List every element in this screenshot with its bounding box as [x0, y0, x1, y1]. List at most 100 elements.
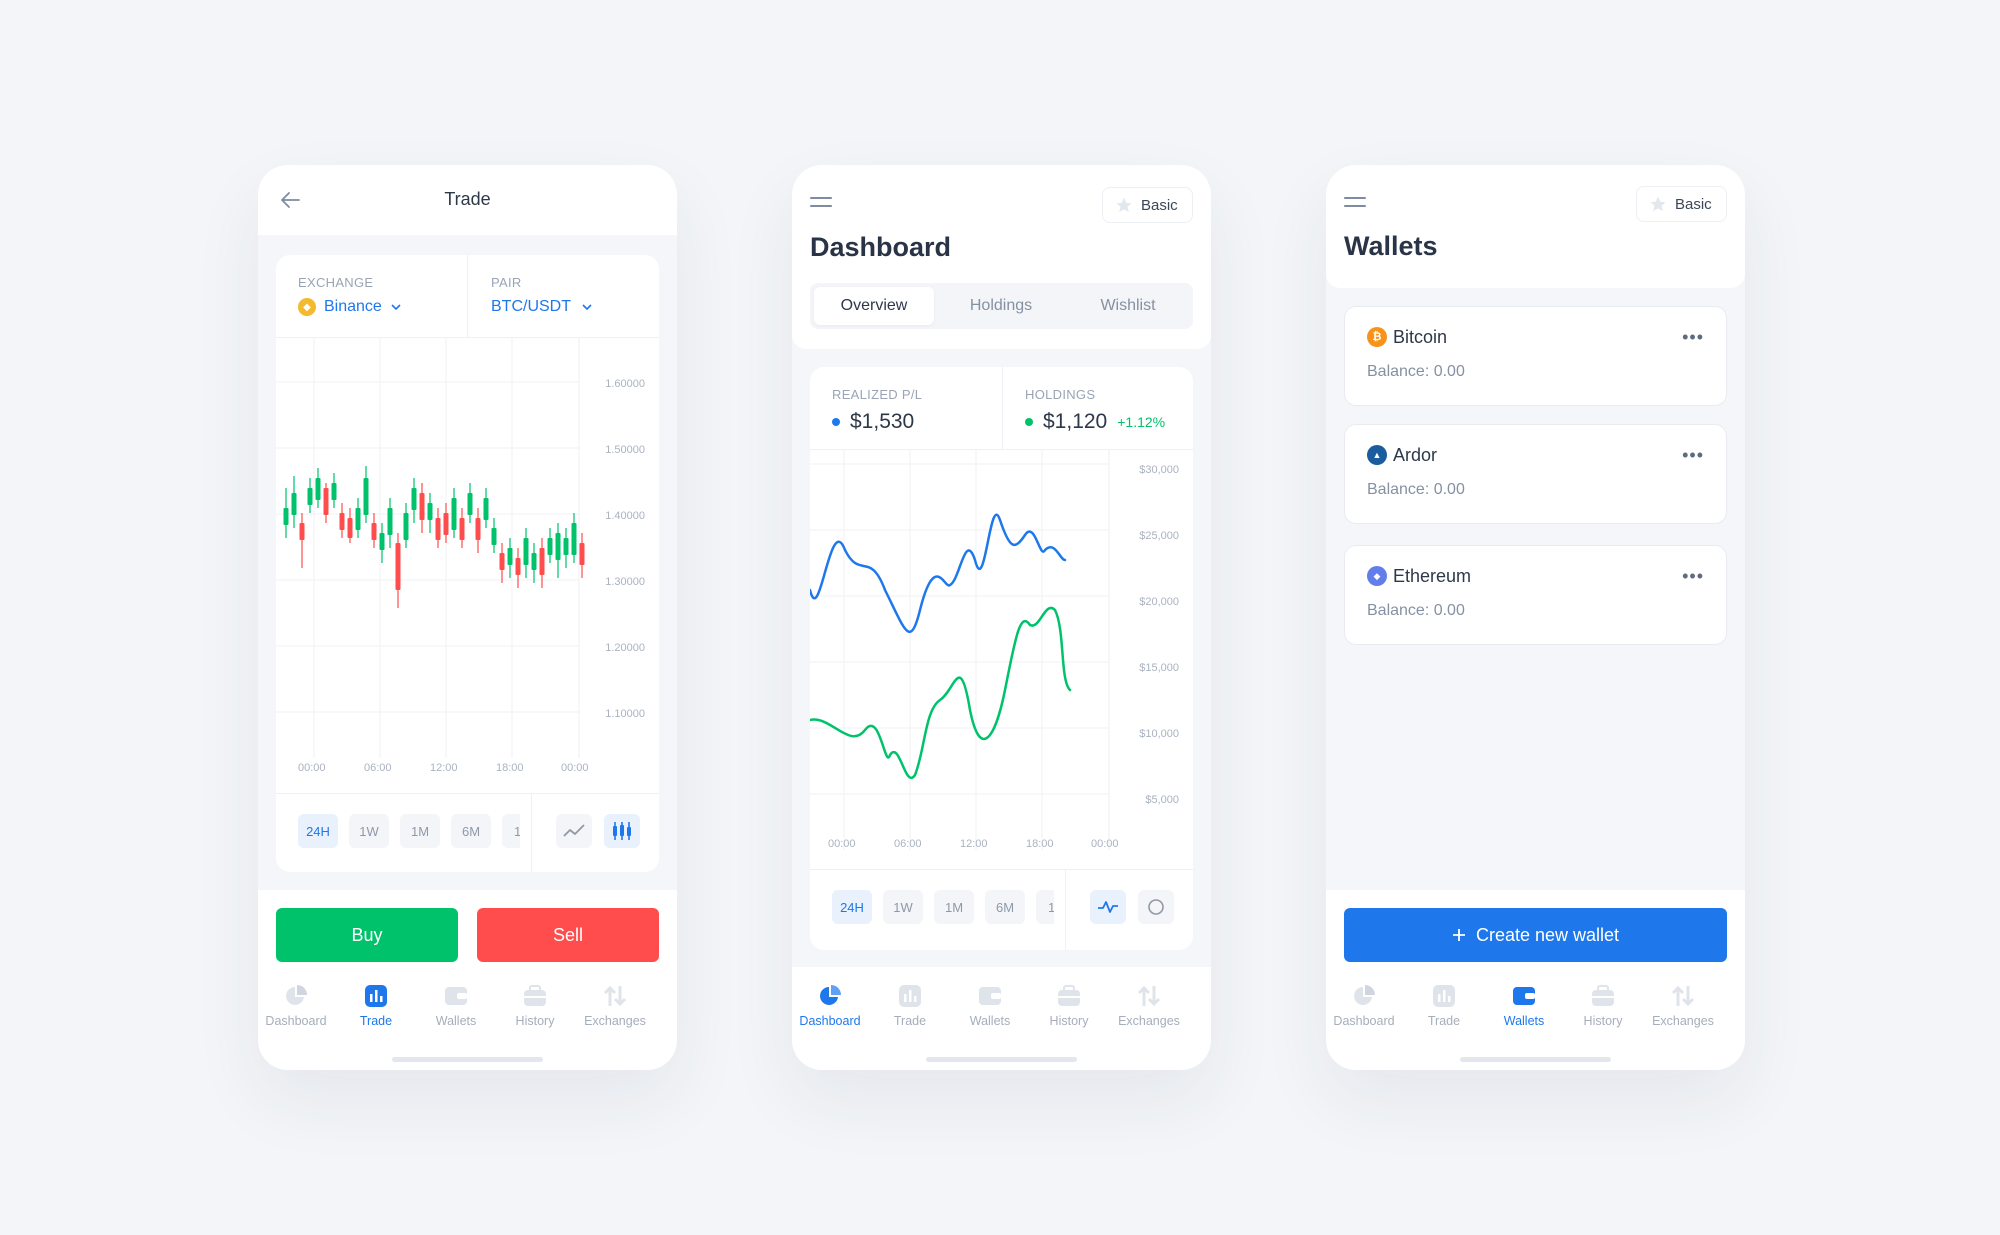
sell-button[interactable]: Sell [477, 908, 659, 962]
nav-wallets[interactable]: Wallets [1484, 984, 1564, 1028]
nav-history[interactable]: History [1563, 984, 1643, 1028]
divider [1065, 869, 1066, 950]
nav-label: Exchanges [1652, 1014, 1714, 1028]
menu-icon[interactable] [810, 197, 832, 209]
exchange-arrows-icon [603, 985, 627, 1007]
nav-dashboard[interactable]: Dashboard [1326, 984, 1404, 1028]
nav-wallets[interactable]: Wallets [950, 984, 1030, 1028]
x-tick: 12:00 [960, 838, 988, 850]
timeframe-1m-button[interactable]: 1M [934, 890, 974, 924]
more-options-icon[interactable]: ••• [1682, 566, 1704, 587]
pair-label: PAIR [491, 275, 522, 290]
exchange-arrows-icon [1137, 985, 1161, 1007]
segmented-tabs: Overview Holdings Wishlist [810, 283, 1193, 329]
nav-label: Trade [893, 1014, 927, 1028]
star-icon [1116, 197, 1132, 213]
plan-badge[interactable]: Basic [1636, 186, 1727, 222]
plan-label: Basic [1141, 196, 1178, 214]
x-tick: 18:00 [496, 762, 524, 774]
pulse-line-icon [1098, 901, 1118, 913]
bar-chart-icon [1433, 985, 1455, 1007]
timeframe-1m-button[interactable]: 1M [400, 814, 440, 848]
pie-chart-toggle[interactable] [1138, 890, 1174, 924]
briefcase-icon [524, 985, 546, 1006]
nav-exchanges[interactable]: Exchanges [575, 984, 655, 1028]
bar-chart-icon [899, 985, 921, 1007]
tab-overview[interactable]: Overview [814, 287, 934, 325]
buy-button[interactable]: Buy [276, 908, 458, 962]
candle [339, 503, 345, 538]
more-options-icon[interactable]: ••• [1682, 327, 1704, 348]
candle [403, 503, 409, 548]
tab-wishlist[interactable]: Wishlist [1068, 287, 1188, 325]
y-tick: $30,000 [1139, 464, 1179, 476]
green-dot-icon [1025, 418, 1033, 426]
holdings-series-line [810, 606, 1072, 779]
wallet-card-bitcoin[interactable]: ₿ Bitcoin Balance: 0.00 ••• [1344, 306, 1727, 406]
candle [483, 488, 489, 528]
timeframe-1w-button[interactable]: 1W [883, 890, 923, 924]
nav-history[interactable]: History [1029, 984, 1109, 1028]
realized-pl-stat: REALIZED P/L $1,530 [832, 387, 922, 434]
candle [283, 488, 289, 538]
candle [291, 476, 297, 528]
y-tick: $5,000 [1145, 794, 1179, 806]
wallet-icon [979, 987, 1001, 1005]
timeframe-1w-button[interactable]: 1W [349, 814, 389, 848]
nav-exchanges[interactable]: Exchanges [1109, 984, 1189, 1028]
nav-dashboard[interactable]: Dashboard [792, 984, 870, 1028]
timeframe-selector: 24H 1W 1M 6M 1Y [832, 890, 1054, 924]
nav-dashboard[interactable]: Dashboard [258, 984, 336, 1028]
realized-pl-label: REALIZED P/L [832, 387, 923, 402]
candle [395, 533, 401, 608]
timeframe-1y-button[interactable]: 1Y [1036, 890, 1054, 924]
wallet-card-ethereum[interactable]: ◆ Ethereum Balance: 0.00 ••• [1344, 545, 1727, 645]
plan-badge[interactable]: Basic [1102, 187, 1193, 223]
wallet-balance: Balance: 0.00 [1367, 363, 1465, 380]
create-wallet-button[interactable]: Create new wallet [1344, 908, 1727, 962]
nav-trade[interactable]: Trade [1404, 984, 1484, 1028]
nav-history[interactable]: History [495, 984, 575, 1028]
candle [571, 513, 577, 563]
pie-chart-icon [286, 985, 307, 1005]
wallet-name: Ethereum [1393, 566, 1472, 586]
x-tick: 00:00 [298, 762, 326, 774]
dashboard-header: Basic Dashboard Overview Holdings Wishli… [792, 165, 1211, 349]
plus-icon [1452, 929, 1465, 941]
nav-label: Dashboard [1333, 1014, 1395, 1028]
candle [499, 543, 505, 583]
timeframe-6m-button[interactable]: 6M [451, 814, 491, 848]
line-chart-toggle[interactable] [556, 814, 592, 848]
candle [427, 493, 433, 533]
candle-chart-toggle[interactable] [604, 814, 640, 848]
ardor-icon: ▲ [1367, 445, 1387, 465]
more-options-icon[interactable]: ••• [1682, 445, 1704, 466]
pie-chart-icon [820, 985, 841, 1005]
menu-icon[interactable] [1344, 197, 1366, 209]
timeframe-1y-button[interactable]: 1Y [502, 814, 520, 848]
candle [299, 513, 305, 568]
pair-selector[interactable]: PAIR BTC/USDT [491, 275, 593, 316]
x-tick: 12:00 [430, 762, 458, 774]
wallets-bottom-panel: Create new wallet Dashboard Trade Wallet… [1326, 890, 1745, 1070]
x-tick: 06:00 [364, 762, 392, 774]
realized-pl-value: $1,530 [850, 410, 915, 433]
plan-label: Basic [1675, 195, 1712, 213]
timeframe-6m-button[interactable]: 6M [985, 890, 1025, 924]
tab-holdings[interactable]: Holdings [941, 287, 1061, 325]
exchange-selector[interactable]: EXCHANGE ◆ Binance [298, 275, 402, 316]
nav-exchanges[interactable]: Exchanges [1643, 984, 1723, 1028]
candle [547, 528, 553, 563]
nav-wallets[interactable]: Wallets [416, 984, 496, 1028]
exchange-label: EXCHANGE [298, 275, 374, 290]
wallet-card-ardor[interactable]: ▲ Ardor Balance: 0.00 ••• [1344, 424, 1727, 524]
divider [1002, 367, 1003, 449]
nav-trade[interactable]: Trade [870, 984, 950, 1028]
timeframe-24h-button[interactable]: 24H [832, 890, 872, 924]
line-chart-toggle[interactable] [1090, 890, 1126, 924]
holdings-label: HOLDINGS [1025, 387, 1096, 402]
nav-trade[interactable]: Trade [336, 984, 416, 1028]
bottom-nav: Dashboard Trade Wallets History Exchange… [792, 984, 1211, 1034]
nav-label: Dashboard [265, 1014, 327, 1028]
timeframe-24h-button[interactable]: 24H [298, 814, 338, 848]
